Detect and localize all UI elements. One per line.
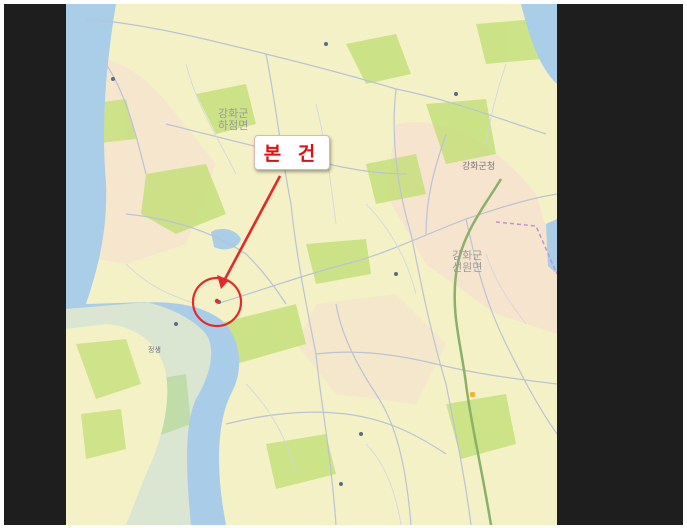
map-canvas — [66, 4, 557, 525]
place-ganghwa-office: 강화군청 — [462, 162, 496, 172]
left-background — [4, 4, 66, 525]
bus-icon — [470, 392, 475, 397]
place-jeongsaeng: 정생 — [148, 346, 161, 354]
map[interactable] — [66, 4, 557, 525]
district-seonwon: 강화군 선원면 — [452, 250, 482, 274]
district-hajeom: 강화군 하점면 — [218, 108, 248, 132]
right-background — [557, 4, 683, 525]
subject-callout: 본 건 — [254, 135, 330, 170]
viewer: 강화군 하점면 강화군 선원면 강화군청 정생 본 건 — [0, 0, 687, 528]
district-seonwon-line2: 선원면 — [452, 261, 483, 274]
subject-point — [214, 298, 220, 304]
district-hajeom-line2: 하점면 — [218, 119, 249, 132]
